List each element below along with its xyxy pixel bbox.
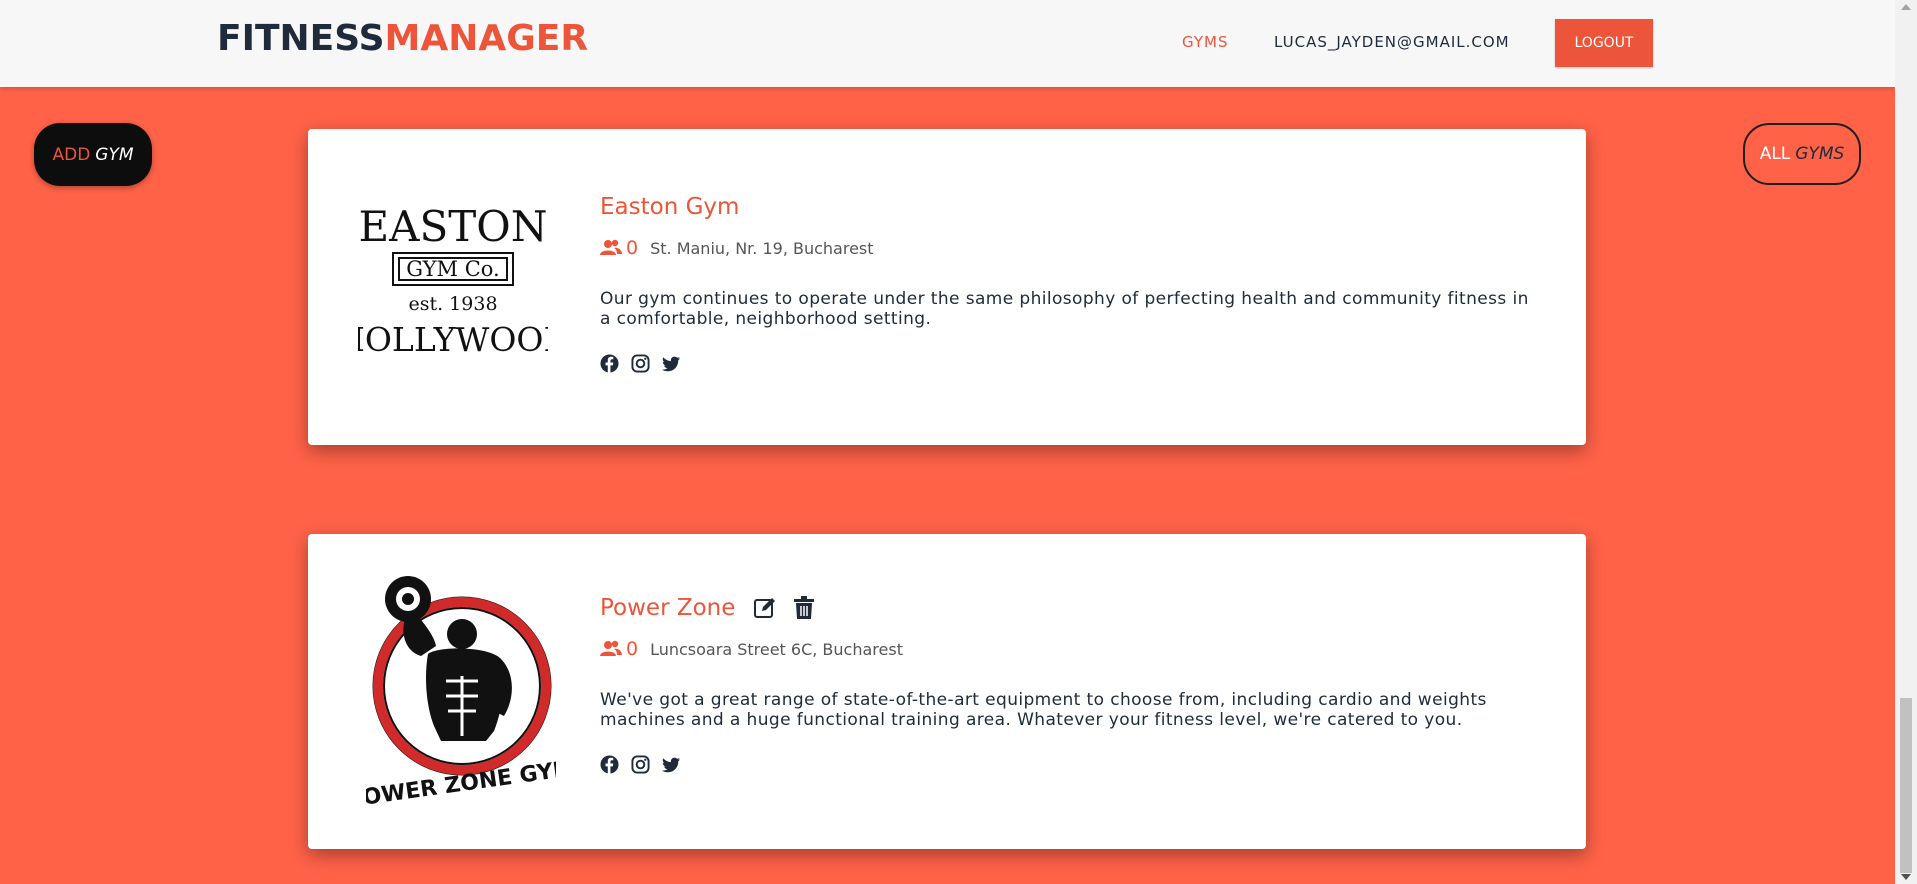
- scroll-up-arrow-icon[interactable]: [1901, 4, 1911, 10]
- logo-line-4: HOLLYWOOD: [358, 320, 548, 359]
- navbar: FITNESSMANAGER GYMS LUCAS_JAYDEN@GMAIL.C…: [0, 0, 1895, 87]
- gym-address: Luncsoara Street 6C, Bucharest: [650, 639, 903, 659]
- facebook-icon[interactable]: [600, 354, 619, 373]
- logout-button[interactable]: LOGOUT: [1555, 19, 1653, 67]
- all-gyms-label-2: GYMS: [1795, 144, 1845, 164]
- nav-user-email[interactable]: LUCAS_JAYDEN@GMAIL.COM: [1274, 33, 1510, 51]
- add-gym-label-2: GYM: [95, 144, 134, 165]
- members-icon: [600, 640, 622, 658]
- gym-description: We've got a great range of state-of-the-…: [600, 690, 1487, 730]
- gym-card: POWER ZONE GYM Power Zone 0 Luncsoara St…: [308, 534, 1586, 849]
- nav-gyms-link[interactable]: GYMS: [1182, 33, 1229, 51]
- twitter-icon[interactable]: [662, 354, 681, 373]
- brand-logo[interactable]: FITNESSMANAGER: [217, 18, 588, 59]
- edit-icon[interactable]: [753, 596, 777, 620]
- scroll-down-arrow-icon[interactable]: [1901, 874, 1911, 880]
- members-count: 0: [626, 237, 639, 259]
- brand-part-2: MANAGER: [384, 18, 589, 59]
- members-count: 0: [626, 638, 639, 660]
- gym-address: St. Maniu, Nr. 19, Bucharest: [650, 238, 874, 258]
- gym-card: EASTON GYM Co. est. 1938 HOLLYWOOD Easto…: [308, 129, 1586, 445]
- add-gym-button[interactable]: ADD GYM: [34, 123, 152, 186]
- logo-line-1: EASTON: [359, 202, 548, 251]
- twitter-icon[interactable]: [662, 755, 681, 774]
- logo-line-2: GYM Co.: [406, 257, 499, 281]
- gym-description: Our gym continues to operate under the s…: [600, 289, 1529, 329]
- easton-gym-logo: EASTON GYM Co. est. 1938 HOLLYWOOD: [336, 189, 570, 379]
- logo-line-3: est. 1938: [408, 293, 497, 315]
- instagram-icon[interactable]: [631, 354, 650, 373]
- all-gyms-label-1: ALL: [1759, 144, 1791, 164]
- trash-icon[interactable]: [793, 596, 817, 620]
- all-gyms-button[interactable]: ALL GYMS: [1743, 123, 1861, 185]
- power-zone-gym-logo: POWER ZONE GYM: [345, 576, 576, 813]
- facebook-icon[interactable]: [600, 755, 619, 774]
- brand-part-1: FITNESS: [217, 18, 385, 59]
- instagram-icon[interactable]: [631, 755, 650, 774]
- gym-name[interactable]: Easton Gym: [600, 194, 739, 220]
- add-gym-label-1: ADD: [52, 144, 91, 165]
- members-icon: [600, 239, 622, 257]
- scrollbar-thumb[interactable]: [1900, 698, 1912, 873]
- gym-name[interactable]: Power Zone: [600, 595, 735, 621]
